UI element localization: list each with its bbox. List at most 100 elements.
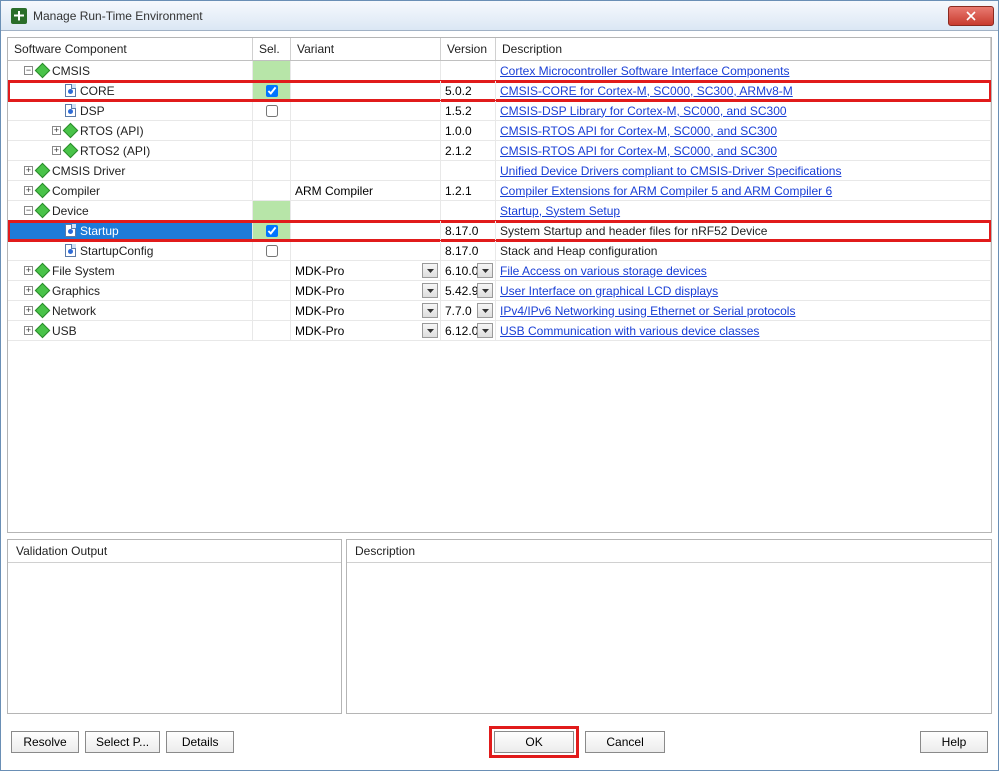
chevron-down-icon[interactable] [477, 263, 493, 278]
description-link[interactable]: CMSIS-CORE for Cortex-M, SC000, SC300, A… [500, 84, 793, 98]
col-sel[interactable]: Sel. [253, 38, 291, 60]
description-cell[interactable]: CMSIS-RTOS API for Cortex-M, SC000, and … [496, 141, 991, 160]
select-checkbox[interactable] [266, 85, 278, 97]
description-link[interactable]: Cortex Microcontroller Software Interfac… [500, 64, 789, 78]
version-cell[interactable]: 5.42.9 [441, 281, 496, 300]
table-row[interactable]: +RTOS (API)1.0.0CMSIS-RTOS API for Corte… [8, 121, 991, 141]
sel-cell[interactable] [253, 221, 291, 240]
collapse-icon[interactable]: − [24, 66, 33, 75]
table-row[interactable]: −Device Startup, System Setup [8, 201, 991, 221]
variant-cell[interactable]: MDK-Pro [291, 261, 441, 280]
resolve-button[interactable]: Resolve [11, 731, 79, 753]
expand-icon[interactable]: + [52, 126, 61, 135]
description-cell[interactable]: Unified Device Drivers compliant to CMSI… [496, 161, 991, 180]
select-checkbox[interactable] [266, 105, 278, 117]
variant-cell[interactable]: MDK-Pro [291, 301, 441, 320]
description-cell[interactable]: File Access on various storage devices [496, 261, 991, 280]
description-cell[interactable]: CMSIS-RTOS API for Cortex-M, SC000, and … [496, 121, 991, 140]
expand-icon[interactable]: + [24, 326, 33, 335]
component-cell[interactable]: +RTOS2 (API) [8, 141, 253, 160]
details-button[interactable]: Details [166, 731, 234, 753]
chevron-down-icon[interactable] [477, 283, 493, 298]
component-cell[interactable]: StartupConfig [8, 241, 253, 260]
chevron-down-icon[interactable] [422, 323, 438, 338]
expand-icon[interactable]: + [24, 166, 33, 175]
version-cell[interactable]: 6.10.0 [441, 261, 496, 280]
sel-cell[interactable] [253, 81, 291, 100]
col-version[interactable]: Version [441, 38, 496, 60]
table-row[interactable]: +File System MDK-Pro6.10.0 File Access on … [8, 261, 991, 281]
description-cell[interactable]: CMSIS-CORE for Cortex-M, SC000, SC300, A… [496, 81, 991, 100]
description-cell[interactable]: Cortex Microcontroller Software Interfac… [496, 61, 991, 80]
component-cell[interactable]: +CMSIS Driver [8, 161, 253, 180]
col-variant[interactable]: Variant [291, 38, 441, 60]
variant-cell[interactable]: MDK-Pro [291, 321, 441, 340]
variant-cell[interactable]: MDK-Pro [291, 281, 441, 300]
description-link[interactable]: File Access on various storage devices [500, 264, 707, 278]
description-cell[interactable]: Startup, System Setup [496, 201, 991, 220]
description-link[interactable]: Compiler Extensions for ARM Compiler 5 a… [500, 184, 832, 198]
chevron-down-icon[interactable] [477, 323, 493, 338]
component-cell[interactable]: CORE [8, 81, 253, 100]
chevron-down-icon[interactable] [422, 263, 438, 278]
expand-icon[interactable]: + [52, 146, 61, 155]
component-cell[interactable]: +File System [8, 261, 253, 280]
table-row[interactable]: +CompilerARM Compiler1.2.1Compiler Exten… [8, 181, 991, 201]
expand-icon[interactable]: + [24, 266, 33, 275]
col-component[interactable]: Software Component [8, 38, 253, 60]
table-row[interactable]: +CMSIS Driver Unified Device Drivers comp… [8, 161, 991, 181]
table-row[interactable]: Startup8.17.0System Startup and header f… [8, 221, 991, 241]
description-cell[interactable]: CMSIS-DSP Library for Cortex-M, SC000, a… [496, 101, 991, 120]
cancel-button[interactable]: Cancel [585, 731, 665, 753]
description-link[interactable]: CMSIS-DSP Library for Cortex-M, SC000, a… [500, 104, 787, 118]
chevron-down-icon[interactable] [422, 303, 438, 318]
description-link[interactable]: CMSIS-RTOS API for Cortex-M, SC000, and … [500, 144, 777, 158]
component-cell[interactable]: +Graphics [8, 281, 253, 300]
description-body[interactable] [347, 563, 991, 713]
table-row[interactable]: +USB MDK-Pro6.12.0 USB Communication with … [8, 321, 991, 341]
help-button[interactable]: Help [920, 731, 988, 753]
validation-body[interactable] [8, 563, 341, 713]
table-row[interactable]: +Graphics MDK-Pro5.42.9 User Interface on … [8, 281, 991, 301]
description-cell[interactable]: Compiler Extensions for ARM Compiler 5 a… [496, 181, 991, 200]
collapse-icon[interactable]: − [24, 206, 33, 215]
table-row[interactable]: −CMSIS Cortex Microcontroller Software In… [8, 61, 991, 81]
component-cell[interactable]: +Compiler [8, 181, 253, 200]
table-row[interactable]: +RTOS2 (API)2.1.2CMSIS-RTOS API for Cort… [8, 141, 991, 161]
description-link[interactable]: Startup, System Setup [500, 204, 620, 218]
expand-icon[interactable]: + [24, 186, 33, 195]
description-link[interactable]: CMSIS-RTOS API for Cortex-M, SC000, and … [500, 124, 777, 138]
ok-button[interactable]: OK [494, 731, 574, 753]
component-cell[interactable]: −CMSIS [8, 61, 253, 80]
version-cell[interactable]: 7.7.0 [441, 301, 496, 320]
table-row[interactable]: StartupConfig8.17.0Stack and Heap config… [8, 241, 991, 261]
chevron-down-icon[interactable] [422, 283, 438, 298]
description-cell[interactable]: USB Communication with various device cl… [496, 321, 991, 340]
grid-body[interactable]: −CMSIS Cortex Microcontroller Software In… [8, 61, 991, 532]
description-link[interactable]: USB Communication with various device cl… [500, 324, 759, 338]
col-description[interactable]: Description [496, 38, 991, 60]
component-cell[interactable]: −Device [8, 201, 253, 220]
select-checkbox[interactable] [266, 225, 278, 237]
sel-cell[interactable] [253, 101, 291, 120]
expand-icon[interactable]: + [24, 306, 33, 315]
component-cell[interactable]: DSP [8, 101, 253, 120]
select-packs-button[interactable]: Select P... [85, 731, 160, 753]
component-cell[interactable]: +USB [8, 321, 253, 340]
version-cell[interactable]: 6.12.0 [441, 321, 496, 340]
table-row[interactable]: +Network MDK-Pro7.7.0 IPv4/IPv6 Networking… [8, 301, 991, 321]
component-cell[interactable]: Startup [8, 221, 253, 240]
description-link[interactable]: User Interface on graphical LCD displays [500, 284, 718, 298]
table-row[interactable]: DSP1.5.2CMSIS-DSP Library for Cortex-M, … [8, 101, 991, 121]
expand-icon[interactable]: + [24, 286, 33, 295]
select-checkbox[interactable] [266, 245, 278, 257]
close-button[interactable] [948, 6, 994, 26]
description-link[interactable]: Unified Device Drivers compliant to CMSI… [500, 164, 841, 178]
sel-cell[interactable] [253, 241, 291, 260]
description-cell[interactable]: User Interface on graphical LCD displays [496, 281, 991, 300]
component-cell[interactable]: +Network [8, 301, 253, 320]
component-cell[interactable]: +RTOS (API) [8, 121, 253, 140]
description-link[interactable]: IPv4/IPv6 Networking using Ethernet or S… [500, 304, 795, 318]
table-row[interactable]: CORE5.0.2CMSIS-CORE for Cortex-M, SC000,… [8, 81, 991, 101]
description-cell[interactable]: IPv4/IPv6 Networking using Ethernet or S… [496, 301, 991, 320]
